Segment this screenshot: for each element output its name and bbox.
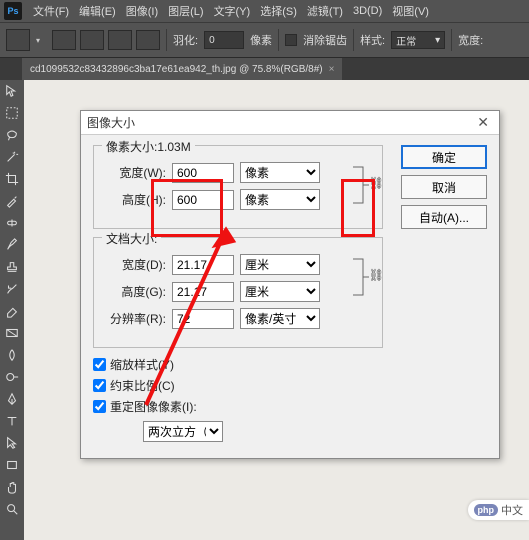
- selection-subtract-icon[interactable]: [108, 30, 132, 50]
- menu-image[interactable]: 图像(I): [121, 3, 163, 19]
- constrain-row: 约束比例(C): [93, 377, 487, 394]
- selection-new-icon[interactable]: [52, 30, 76, 50]
- pen-tool-icon[interactable]: [0, 388, 24, 410]
- blur-tool-icon[interactable]: [0, 344, 24, 366]
- doc-size-label: 文档大小:: [102, 230, 161, 247]
- separator: [166, 29, 167, 51]
- style-select[interactable]: 正常▾: [391, 31, 445, 49]
- pixel-size-label: 像素大小:1.03M: [102, 138, 195, 155]
- stamp-tool-icon[interactable]: [0, 256, 24, 278]
- lasso-tool-icon[interactable]: [0, 124, 24, 146]
- height-unit-select[interactable]: 像素: [240, 189, 320, 210]
- resample-row: 重定图像像素(I):: [93, 398, 487, 415]
- width-label: 宽度:: [458, 32, 483, 48]
- constrain-label: 约束比例(C): [110, 377, 175, 394]
- menubar: Ps 文件(F) 编辑(E) 图像(I) 图层(L) 文字(Y) 选择(S) 滤…: [0, 0, 529, 22]
- ok-button[interactable]: 确定: [401, 145, 487, 169]
- feather-unit: 像素: [250, 32, 272, 48]
- separator: [278, 29, 279, 51]
- crop-tool-icon[interactable]: [0, 168, 24, 190]
- constrain-checkbox[interactable]: [93, 379, 106, 392]
- document-size-group: 文档大小: 宽度(D): 厘米 高度(G): 厘米 分辨率(R): 像素/英寸 …: [93, 237, 383, 348]
- tool-preset-icon[interactable]: [6, 29, 30, 51]
- height-input[interactable]: [172, 190, 234, 210]
- resolution-input[interactable]: [172, 309, 234, 329]
- width-label: 宽度(W):: [104, 164, 166, 181]
- dodge-tool-icon[interactable]: [0, 366, 24, 388]
- menu-file[interactable]: 文件(F): [28, 3, 74, 19]
- feather-input[interactable]: [204, 31, 244, 49]
- watermark: php 中文: [468, 500, 529, 520]
- link-icon[interactable]: ⛓: [369, 176, 384, 190]
- doc-width-input[interactable]: [172, 255, 234, 275]
- menu-3d[interactable]: 3D(D): [348, 5, 387, 17]
- dialog-titlebar[interactable]: 图像大小 ✕: [81, 111, 499, 135]
- height-label: 高度(H):: [104, 191, 166, 208]
- tools-panel: [0, 80, 24, 520]
- style-label: 样式:: [360, 32, 385, 48]
- dialog-title: 图像大小: [87, 114, 135, 131]
- document-tab[interactable]: cd1099532c83432896c3ba17e61ea942_th.jpg …: [22, 58, 342, 80]
- chevron-down-icon: ▾: [435, 35, 440, 46]
- gradient-tool-icon[interactable]: [0, 322, 24, 344]
- resample-label: 重定图像像素(I):: [110, 398, 197, 415]
- menu-layer[interactable]: 图层(L): [163, 3, 208, 19]
- wand-tool-icon[interactable]: [0, 146, 24, 168]
- cancel-button[interactable]: 取消: [401, 175, 487, 199]
- menu-filter[interactable]: 滤镜(T): [302, 3, 348, 19]
- width-input[interactable]: [172, 163, 234, 183]
- link-icon[interactable]: ⛓: [369, 268, 384, 282]
- image-size-dialog: 图像大小 ✕ 确定 取消 自动(A)... 像素大小:1.03M 宽度(W): …: [80, 110, 500, 459]
- close-icon[interactable]: ✕: [473, 114, 493, 131]
- separator: [353, 29, 354, 51]
- resample-method-select[interactable]: 两次立方（自动）: [143, 421, 223, 442]
- menu-select[interactable]: 选择(S): [255, 3, 302, 19]
- tab-title: cd1099532c83432896c3ba17e61ea942_th.jpg …: [30, 64, 323, 75]
- hand-tool-icon[interactable]: [0, 476, 24, 498]
- ps-logo-icon: Ps: [4, 2, 22, 20]
- separator: [451, 29, 452, 51]
- close-icon[interactable]: ×: [329, 64, 335, 75]
- php-logo-icon: php: [474, 504, 499, 516]
- eraser-tool-icon[interactable]: [0, 300, 24, 322]
- menu-edit[interactable]: 编辑(E): [74, 3, 121, 19]
- menu-type[interactable]: 文字(Y): [209, 3, 256, 19]
- watermark-text: 中文: [501, 502, 523, 518]
- antialias-checkbox[interactable]: [285, 34, 297, 46]
- dialog-buttons: 确定 取消 自动(A)...: [401, 145, 487, 229]
- history-brush-tool-icon[interactable]: [0, 278, 24, 300]
- auto-button[interactable]: 自动(A)...: [401, 205, 487, 229]
- doc-width-label: 宽度(D):: [104, 256, 166, 273]
- options-bar: ▾ 羽化: 像素 消除锯齿 样式: 正常▾ 宽度:: [0, 22, 529, 58]
- doc-width-unit-select[interactable]: 厘米: [240, 254, 320, 275]
- resolution-label: 分辨率(R):: [104, 310, 166, 327]
- resolution-unit-select[interactable]: 像素/英寸: [240, 308, 320, 329]
- brush-tool-icon[interactable]: [0, 234, 24, 256]
- scale-styles-row: 缩放样式(Y): [93, 356, 487, 373]
- selection-mode-group: [52, 30, 160, 50]
- doc-height-label: 高度(G):: [104, 283, 166, 300]
- marquee-tool-icon[interactable]: [0, 102, 24, 124]
- resample-checkbox[interactable]: [93, 400, 106, 413]
- scale-styles-checkbox[interactable]: [93, 358, 106, 371]
- menu-view[interactable]: 视图(V): [387, 3, 434, 19]
- selection-intersect-icon[interactable]: [136, 30, 160, 50]
- pixel-dimensions-group: 像素大小:1.03M 宽度(W): 像素 高度(H): 像素 ⛓: [93, 145, 383, 229]
- selection-add-icon[interactable]: [80, 30, 104, 50]
- path-select-tool-icon[interactable]: [0, 432, 24, 454]
- zoom-tool-icon[interactable]: [0, 498, 24, 520]
- scale-styles-label: 缩放样式(Y): [110, 356, 174, 373]
- feather-label: 羽化:: [173, 32, 198, 48]
- move-tool-icon[interactable]: [0, 80, 24, 102]
- eyedropper-tool-icon[interactable]: [0, 190, 24, 212]
- document-tabbar: cd1099532c83432896c3ba17e61ea942_th.jpg …: [0, 58, 529, 80]
- type-tool-icon[interactable]: [0, 410, 24, 432]
- chevron-down-icon[interactable]: ▾: [36, 36, 46, 45]
- doc-height-input[interactable]: [172, 282, 234, 302]
- width-unit-select[interactable]: 像素: [240, 162, 320, 183]
- rectangle-tool-icon[interactable]: [0, 454, 24, 476]
- doc-height-unit-select[interactable]: 厘米: [240, 281, 320, 302]
- antialias-label: 消除锯齿: [303, 32, 347, 48]
- healing-tool-icon[interactable]: [0, 212, 24, 234]
